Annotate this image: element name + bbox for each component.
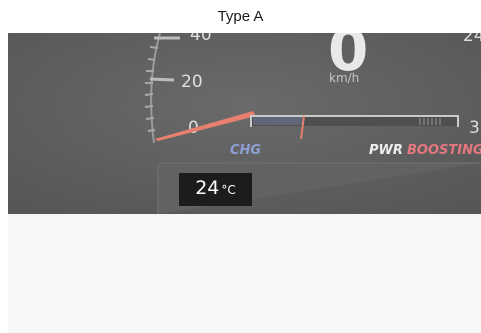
- figure-caption: Type A: [217, 8, 264, 25]
- tick-major-20: [149, 77, 175, 82]
- chg-label: CHG: [230, 143, 261, 158]
- temperature-value: 24: [195, 177, 220, 199]
- temperature-display: 24 °C: [179, 173, 252, 206]
- temperature-unit: °C: [221, 183, 236, 197]
- lower-panel: [8, 214, 481, 333]
- tick-label-20: 20: [181, 72, 203, 92]
- pwr-label: PWR: [369, 143, 403, 158]
- speed-unit: km/h: [329, 71, 359, 85]
- right-tick-lower: 3: [469, 118, 480, 138]
- boosting-label: BOOSTING: [407, 143, 481, 158]
- tick-label-40: 40: [190, 33, 212, 45]
- right-tick-upper: 24: [463, 33, 481, 46]
